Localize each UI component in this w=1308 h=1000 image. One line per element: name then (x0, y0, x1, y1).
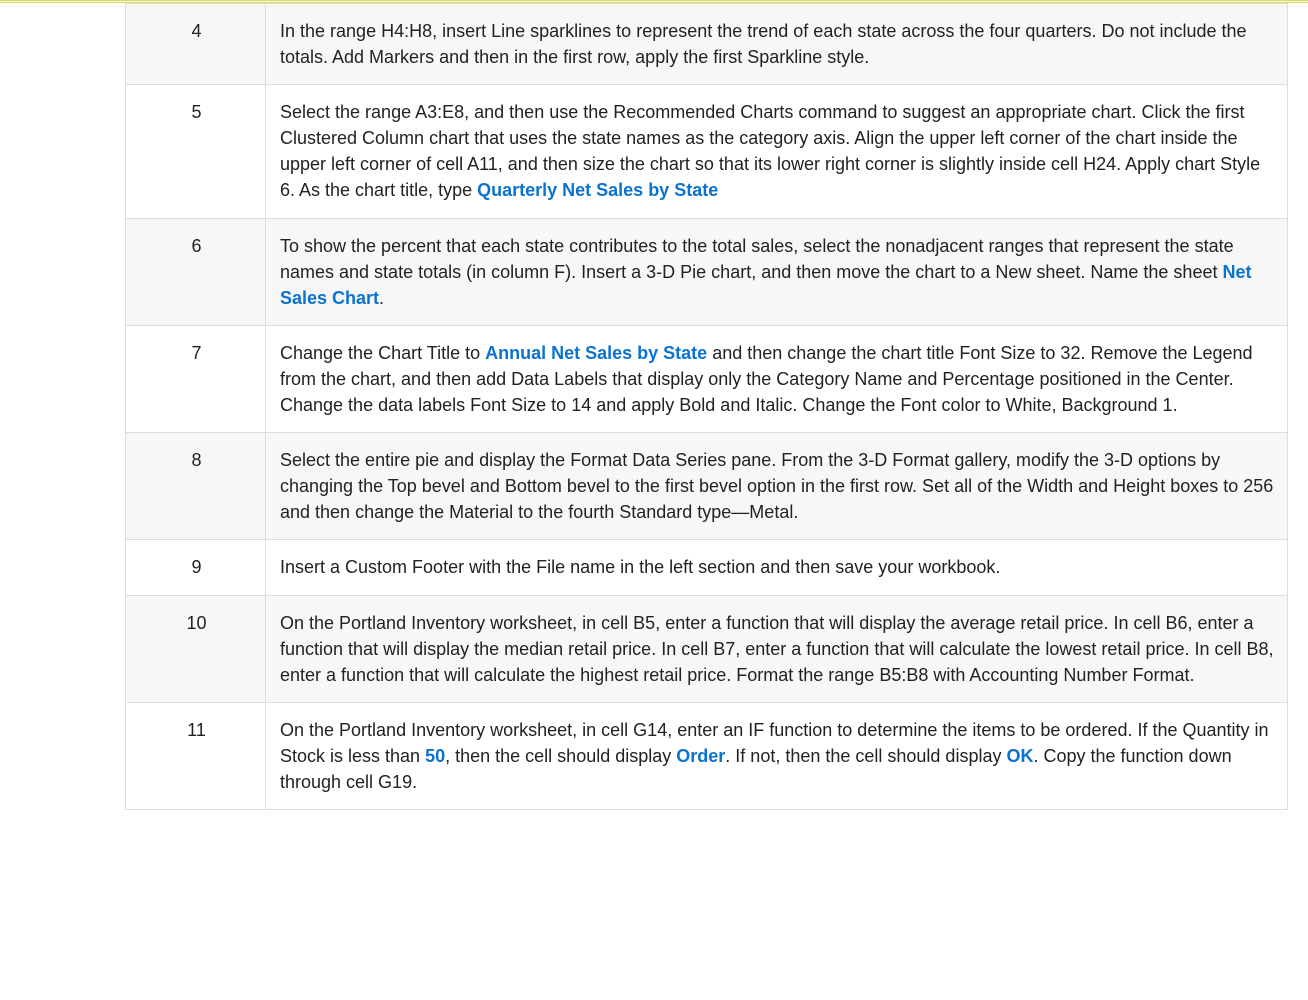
instruction-text: To show the percent that each state cont… (280, 236, 1234, 282)
instruction-text: . (379, 288, 384, 308)
step-instruction: In the range H4:H8, insert Line sparklin… (266, 4, 1288, 85)
step-number: 11 (126, 702, 266, 809)
step-instruction: On the Portland Inventory worksheet, in … (266, 702, 1288, 809)
table-row: 10On the Portland Inventory worksheet, i… (126, 595, 1288, 702)
step-number: 9 (126, 540, 266, 595)
instruction-text: In the range H4:H8, insert Line sparklin… (280, 21, 1247, 67)
highlighted-text: 50 (425, 746, 445, 766)
table-row: 4 In the range H4:H8, insert Line sparkli… (126, 4, 1288, 85)
step-number: 10 (126, 595, 266, 702)
instruction-text: Change the Chart Title to (280, 343, 485, 363)
step-instruction: To show the percent that each state cont… (266, 218, 1288, 325)
instructions-table: 4 In the range H4:H8, insert Line sparkli… (125, 3, 1288, 810)
instruction-text: On the Portland Inventory worksheet, in … (280, 613, 1274, 685)
highlighted-text: Order (676, 746, 725, 766)
instruction-text: Select the entire pie and display the Fo… (280, 450, 1273, 522)
highlighted-text: Annual Net Sales by State (485, 343, 707, 363)
instruction-text: Insert a Custom Footer with the File nam… (280, 557, 1000, 577)
table-row: 7Change the Chart Title to Annual Net Sa… (126, 325, 1288, 432)
step-instruction: Insert a Custom Footer with the File nam… (266, 540, 1288, 595)
table-row: 8Select the entire pie and display the F… (126, 433, 1288, 540)
step-number: 8 (126, 433, 266, 540)
instructions-page: 4 In the range H4:H8, insert Line sparkli… (0, 3, 1308, 810)
instruction-text: , then the cell should display (445, 746, 676, 766)
step-instruction: Select the range A3:E8, and then use the… (266, 85, 1288, 218)
step-number: 5 (126, 85, 266, 218)
highlighted-text: Quarterly Net Sales by State (477, 180, 718, 200)
table-row: 9 Insert a Custom Footer with the File na… (126, 540, 1288, 595)
step-instruction: Select the entire pie and display the Fo… (266, 433, 1288, 540)
highlighted-text: OK (1006, 746, 1033, 766)
table-row: 6 To show the percent that each state con… (126, 218, 1288, 325)
table-row: 11On the Portland Inventory worksheet, i… (126, 702, 1288, 809)
table-row: 5Select the range A3:E8, and then use th… (126, 85, 1288, 218)
step-number: 7 (126, 325, 266, 432)
step-number: 6 (126, 218, 266, 325)
step-number: 4 (126, 4, 266, 85)
instruction-text: Select the range A3:E8, and then use the… (280, 102, 1260, 200)
step-instruction: Change the Chart Title to Annual Net Sal… (266, 325, 1288, 432)
step-instruction: On the Portland Inventory worksheet, in … (266, 595, 1288, 702)
instruction-text: . If not, then the cell should display (725, 746, 1006, 766)
